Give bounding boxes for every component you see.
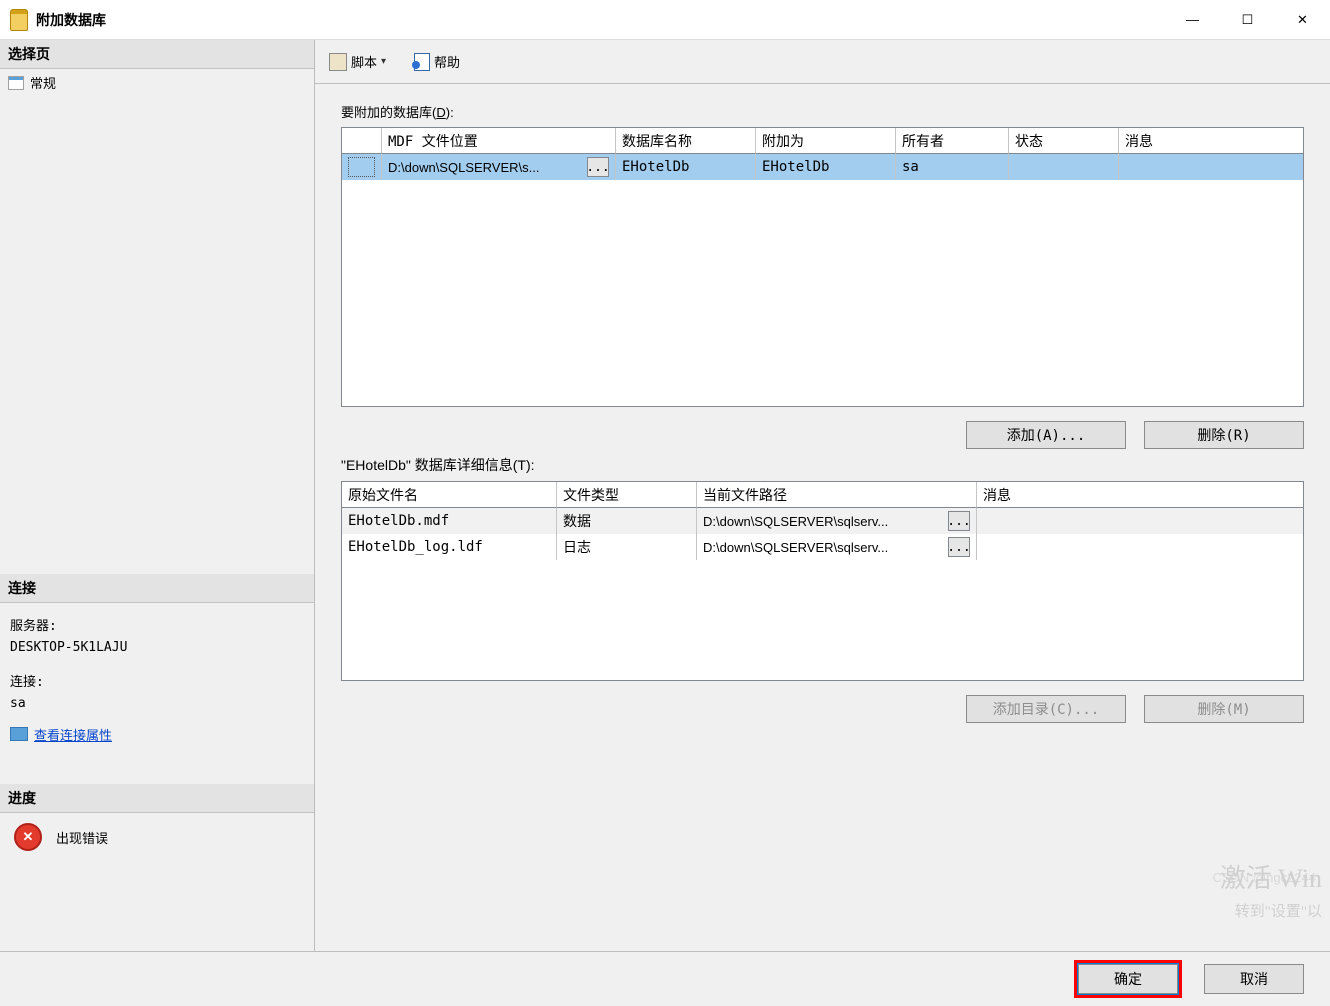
sheet-icon	[8, 76, 24, 90]
col-origfile[interactable]: 原始文件名	[342, 482, 557, 508]
script-icon	[329, 53, 347, 71]
window-controls: — ☐ ✕	[1165, 0, 1330, 40]
cell-status	[1009, 154, 1119, 180]
cell-message	[1119, 154, 1303, 180]
cell-filetype[interactable]: 日志	[557, 534, 697, 560]
progress-status: ✕ 出现错误	[0, 813, 314, 861]
col-attachas[interactable]: 附加为	[756, 128, 896, 154]
server-value: DESKTOP-5K1LAJU	[10, 640, 304, 655]
browse-path-button[interactable]: ...	[948, 537, 970, 557]
col-filetype[interactable]: 文件类型	[557, 482, 697, 508]
progress-text: 出现错误	[56, 828, 108, 847]
grid-header-row: MDF 文件位置 数据库名称 附加为 所有者 状态 消息	[342, 128, 1303, 154]
main-panel: 脚本 ▾ 帮助 要附加的数据库(D): MDF 文件位置 数据库名称 附加为	[315, 40, 1330, 951]
database-icon	[10, 9, 28, 31]
add-directory-button: 添加目录(C)...	[966, 695, 1126, 723]
remove-file-button: 删除(M)	[1144, 695, 1304, 723]
cell-filetype[interactable]: 数据	[557, 508, 697, 534]
maximize-button[interactable]: ☐	[1220, 0, 1275, 40]
conn-value: sa	[10, 696, 304, 711]
connection-info: 服务器: DESKTOP-5K1LAJU 连接: sa 查看连接属性	[0, 603, 314, 755]
browse-mdf-button[interactable]: ...	[587, 157, 609, 177]
minimize-button[interactable]: —	[1165, 0, 1220, 40]
databases-grid[interactable]: MDF 文件位置 数据库名称 附加为 所有者 状态 消息 D:\down\SQL…	[341, 127, 1304, 407]
sidebar: 选择页 常规 连接 服务器: DESKTOP-5K1LAJU 连接: sa 查看…	[0, 40, 315, 951]
cell-origfile[interactable]: EHotelDb.mdf	[342, 508, 557, 534]
details-label: "EHotelDb" 数据库详细信息(T):	[341, 455, 1304, 475]
col-msg[interactable]: 消息	[977, 482, 1303, 508]
grid-row[interactable]: EHotelDb.mdf 数据 D:\down\SQLSERVER\sqlser…	[342, 508, 1303, 534]
dropdown-icon[interactable]: ▾	[381, 56, 386, 67]
cell-attachas[interactable]: EHotelDb	[756, 154, 896, 180]
grid-row[interactable]: D:\down\SQLSERVER\s... ... EHotelDb EHot…	[342, 154, 1303, 180]
script-button[interactable]: 脚本 ▾	[325, 50, 390, 73]
remove-button[interactable]: 删除(R)	[1144, 421, 1304, 449]
select-page-header: 选择页	[0, 40, 314, 69]
server-label: 服务器:	[10, 615, 304, 634]
window-title: 附加数据库	[36, 10, 106, 30]
grid-row[interactable]: EHotelDb_log.ldf 日志 D:\down\SQLSERVER\sq…	[342, 534, 1303, 560]
details-grid[interactable]: 原始文件名 文件类型 当前文件路径 消息 EHotelDb.mdf 数据 D:\…	[341, 481, 1304, 681]
cell-curpath[interactable]: D:\down\SQLSERVER\sqlserv... ...	[697, 534, 977, 560]
error-icon: ✕	[14, 823, 42, 851]
cell-dbname[interactable]: EHotelDb	[616, 154, 756, 180]
connection-header: 连接	[0, 574, 314, 603]
cancel-button[interactable]: 取消	[1204, 964, 1304, 994]
attach-db-label: 要附加的数据库(D):	[341, 102, 1304, 121]
row-indicator-icon	[348, 157, 375, 177]
browse-path-button[interactable]: ...	[948, 511, 970, 531]
col-owner[interactable]: 所有者	[896, 128, 1009, 154]
close-button[interactable]: ✕	[1275, 0, 1330, 40]
cell-curpath[interactable]: D:\down\SQLSERVER\sqlserv... ...	[697, 508, 977, 534]
sidebar-item-general[interactable]: 常规	[0, 69, 314, 96]
help-icon	[414, 53, 430, 71]
ok-button[interactable]: 确定	[1078, 964, 1178, 994]
view-connection-properties-link[interactable]: 查看连接属性	[10, 725, 112, 744]
col-mdf[interactable]: MDF 文件位置	[382, 128, 616, 154]
add-button[interactable]: 添加(A)...	[966, 421, 1126, 449]
cell-msg	[977, 508, 1303, 534]
grid-header-row: 原始文件名 文件类型 当前文件路径 消息	[342, 482, 1303, 508]
sidebar-item-label: 常规	[30, 73, 56, 92]
cell-msg	[977, 534, 1303, 560]
progress-header: 进度	[0, 784, 314, 813]
help-button[interactable]: 帮助	[410, 50, 464, 73]
col-status[interactable]: 状态	[1009, 128, 1119, 154]
col-message[interactable]: 消息	[1119, 128, 1303, 154]
ok-highlight: 确定	[1074, 960, 1182, 998]
conn-label: 连接:	[10, 671, 304, 690]
col-curpath[interactable]: 当前文件路径	[697, 482, 977, 508]
cell-mdf[interactable]: D:\down\SQLSERVER\s... ...	[382, 154, 616, 180]
cell-owner[interactable]: sa	[896, 154, 1009, 180]
col-dbname[interactable]: 数据库名称	[616, 128, 756, 154]
monitor-icon	[10, 727, 28, 741]
cell-origfile[interactable]: EHotelDb_log.ldf	[342, 534, 557, 560]
toolbar: 脚本 ▾ 帮助	[315, 40, 1330, 84]
dialog-footer: 确定 取消	[0, 951, 1330, 1006]
titlebar: 附加数据库 — ☐ ✕	[0, 0, 1330, 40]
